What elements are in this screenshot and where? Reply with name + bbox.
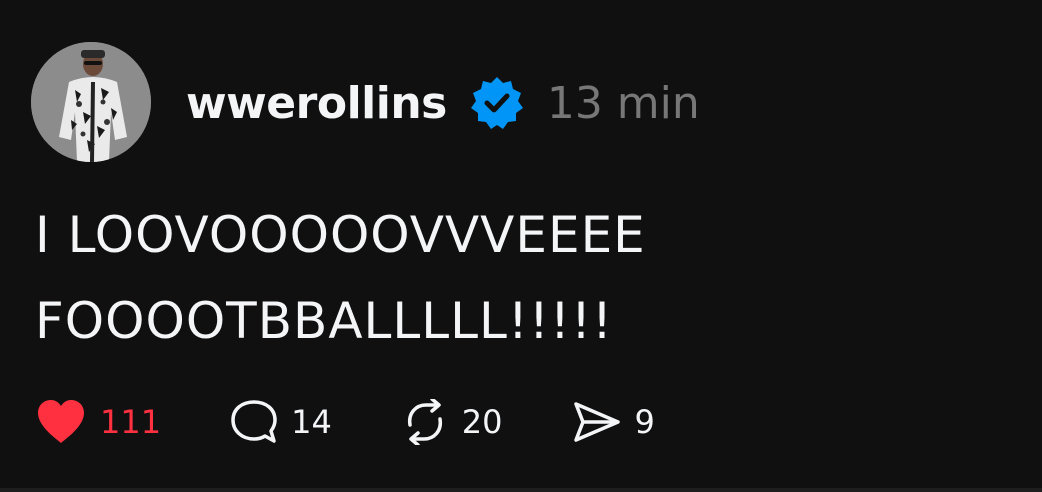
comment-icon [231, 400, 277, 443]
reply-count: 14 [291, 403, 332, 441]
post-actions: 111 14 20 9 [36, 396, 655, 448]
post-header: wwerollins 13 min [186, 68, 700, 138]
thread-post: wwerollins 13 min I LOOVOOOOOVVVEEEE FOO… [0, 0, 1042, 488]
send-icon [573, 402, 620, 442]
post-text-line-2: FOOOOTBBALLLLL!!!!! [35, 292, 614, 350]
username-link[interactable]: wwerollins [186, 78, 447, 129]
avatar[interactable] [31, 42, 151, 162]
verified-badge-icon [469, 75, 525, 131]
reply-button[interactable]: 14 [231, 399, 332, 445]
post-text: I LOOVOOOOOVVVEEEE FOOOOTBBALLLLL!!!!! [35, 192, 995, 364]
post-timestamp: 13 min [546, 77, 700, 129]
post-divider [0, 488, 1042, 492]
share-button[interactable]: 9 [573, 400, 655, 444]
like-count: 111 [100, 403, 162, 441]
repost-button[interactable]: 20 [402, 399, 503, 445]
like-button[interactable]: 111 [36, 399, 161, 445]
post-text-line-1: I LOOVOOOOOVVVEEEE [35, 206, 646, 264]
profile-photo-icon [31, 42, 151, 162]
heart-icon [38, 400, 84, 443]
share-count: 9 [634, 403, 655, 441]
repost-count: 20 [461, 403, 503, 441]
repost-icon [407, 399, 442, 445]
